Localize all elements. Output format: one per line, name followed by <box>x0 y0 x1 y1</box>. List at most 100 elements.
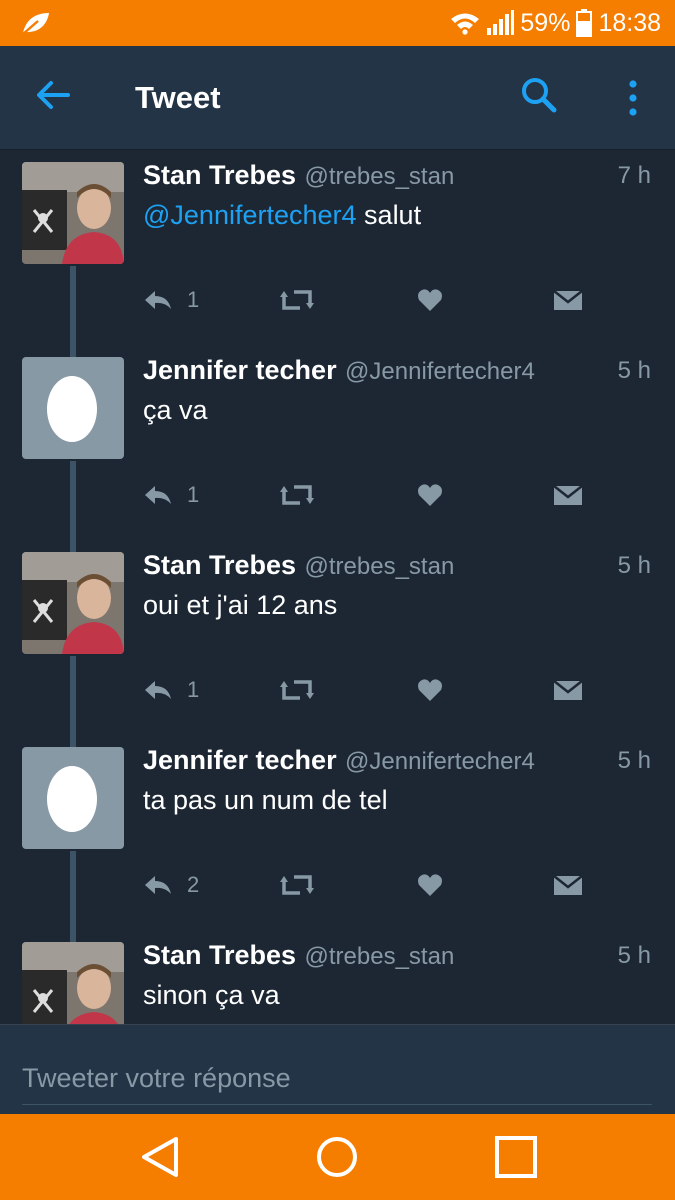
page-title: Tweet <box>135 80 221 115</box>
author-name[interactable]: Jennifer techer <box>143 355 337 385</box>
heart-icon <box>418 289 442 311</box>
retweet-icon <box>280 680 314 700</box>
envelope-icon <box>553 290 583 310</box>
heart-icon <box>418 484 442 506</box>
back-triangle-icon[interactable] <box>136 1134 186 1180</box>
tweet-text: oui et j'ai 12 ans <box>143 590 337 621</box>
envelope-icon <box>553 680 583 700</box>
reply-button[interactable]: 2 <box>143 865 199 905</box>
tweet-body: salut <box>364 200 422 230</box>
author-handle[interactable]: @trebes_stan <box>305 553 455 580</box>
avatar[interactable] <box>22 162 124 264</box>
tweet-text: @Jennifertecher4 salut <box>143 200 421 231</box>
like-button[interactable] <box>417 865 443 905</box>
avatar[interactable] <box>22 552 124 654</box>
profile-photo <box>22 942 124 1024</box>
reply-icon <box>145 876 171 894</box>
tweet[interactable]: Jennifer techer @Jennifertecher4 5 h ça … <box>0 345 675 554</box>
reply-input[interactable] <box>22 1053 652 1105</box>
leaf-icon <box>22 13 49 35</box>
author-handle[interactable]: @trebes_stan <box>305 943 455 970</box>
reply-button[interactable]: 1 <box>143 280 199 320</box>
tweet-header: Stan Trebes @trebes_stan <box>143 550 454 581</box>
direct-message-button[interactable] <box>553 280 583 320</box>
tweet[interactable]: Stan Trebes @trebes_stan 7 h @Jenniferte… <box>0 150 675 359</box>
tweet-body: oui et j'ai 12 ans <box>143 590 338 620</box>
profile-photo <box>22 552 124 654</box>
tweet-header: Stan Trebes @trebes_stan <box>143 160 454 191</box>
retweet-button[interactable] <box>280 475 314 515</box>
avatar[interactable] <box>22 942 124 1024</box>
reply-count: 1 <box>187 677 200 702</box>
retweet-icon <box>280 485 314 505</box>
tweet[interactable]: Stan Trebes @trebes_stan 5 h oui et j'ai… <box>0 540 675 749</box>
more-vertical-icon[interactable] <box>620 78 646 118</box>
reply-icon <box>145 486 171 504</box>
author-name[interactable]: Jennifer techer <box>143 745 337 775</box>
mention-link[interactable]: @Jennifertecher4 <box>143 200 357 230</box>
retweet-button[interactable] <box>280 865 314 905</box>
reply-count: 1 <box>187 287 200 312</box>
tweet-body: sinon ça va <box>143 980 280 1010</box>
conversation-thread[interactable]: Stan Trebes @trebes_stan 7 h @Jenniferte… <box>0 150 675 1024</box>
back-arrow-icon[interactable] <box>34 76 72 114</box>
status-right: 59% 18:38 <box>450 0 661 46</box>
tweet-time: 5 h <box>617 357 651 384</box>
reply-button[interactable]: 1 <box>143 670 199 710</box>
tweet[interactable]: Jennifer techer @Jennifertecher4 5 h ta … <box>0 735 675 944</box>
reply-icon <box>145 291 171 309</box>
tweet-text: ta pas un num de tel <box>143 785 388 816</box>
tweet-body: ça va <box>143 395 208 425</box>
tweet-actions: 1 <box>143 670 643 710</box>
tweet[interactable]: Stan Trebes @trebes_stan 5 h sinon ça va <box>0 930 675 1024</box>
tweet-header: Stan Trebes @trebes_stan <box>143 940 454 971</box>
profile-photo <box>22 162 124 264</box>
reply-composer <box>0 1024 675 1114</box>
tweet-text: ça va <box>143 395 208 426</box>
tweet-time: 5 h <box>617 747 651 774</box>
author-name[interactable]: Stan Trebes <box>143 160 296 190</box>
avatar[interactable] <box>22 357 124 459</box>
like-button[interactable] <box>417 475 443 515</box>
tweet-time: 7 h <box>617 162 651 189</box>
system-nav-bar <box>0 1114 675 1200</box>
author-handle[interactable]: @trebes_stan <box>305 163 455 190</box>
author-name[interactable]: Stan Trebes <box>143 550 296 580</box>
heart-icon <box>418 679 442 701</box>
like-button[interactable] <box>417 280 443 320</box>
tweet-actions: 1 <box>143 280 643 320</box>
direct-message-button[interactable] <box>553 475 583 515</box>
tweet-time: 5 h <box>617 942 651 969</box>
reply-button[interactable]: 1 <box>143 475 199 515</box>
home-circle-icon[interactable] <box>312 1134 362 1180</box>
tweet-actions: 1 <box>143 475 643 515</box>
tweet-body: ta pas un num de tel <box>143 785 388 815</box>
battery-percentage: 59% <box>520 8 571 37</box>
like-button[interactable] <box>417 670 443 710</box>
status-time: 18:38 <box>598 8 661 37</box>
signal-icon <box>487 10 515 35</box>
tweet-header: Jennifer techer @Jennifertecher4 <box>143 745 535 776</box>
direct-message-button[interactable] <box>553 865 583 905</box>
egg-avatar-icon <box>47 766 97 832</box>
search-icon[interactable] <box>520 76 558 114</box>
reply-icon <box>145 681 171 699</box>
tweet-time: 5 h <box>617 552 651 579</box>
wifi-icon <box>451 13 480 35</box>
retweet-button[interactable] <box>280 670 314 710</box>
recents-square-icon[interactable] <box>490 1134 540 1180</box>
envelope-icon <box>553 875 583 895</box>
direct-message-button[interactable] <box>553 670 583 710</box>
avatar[interactable] <box>22 747 124 849</box>
tweet-text: sinon ça va <box>143 980 280 1011</box>
retweet-button[interactable] <box>280 280 314 320</box>
retweet-icon <box>280 875 314 895</box>
tweet-actions: 2 <box>143 865 643 905</box>
reply-count: 2 <box>187 872 200 897</box>
battery-icon <box>576 9 593 37</box>
author-handle[interactable]: @Jennifertecher4 <box>345 358 535 385</box>
reply-count: 1 <box>187 482 200 507</box>
author-handle[interactable]: @Jennifertecher4 <box>345 748 535 775</box>
author-name[interactable]: Stan Trebes <box>143 940 296 970</box>
egg-avatar-icon <box>47 376 97 442</box>
